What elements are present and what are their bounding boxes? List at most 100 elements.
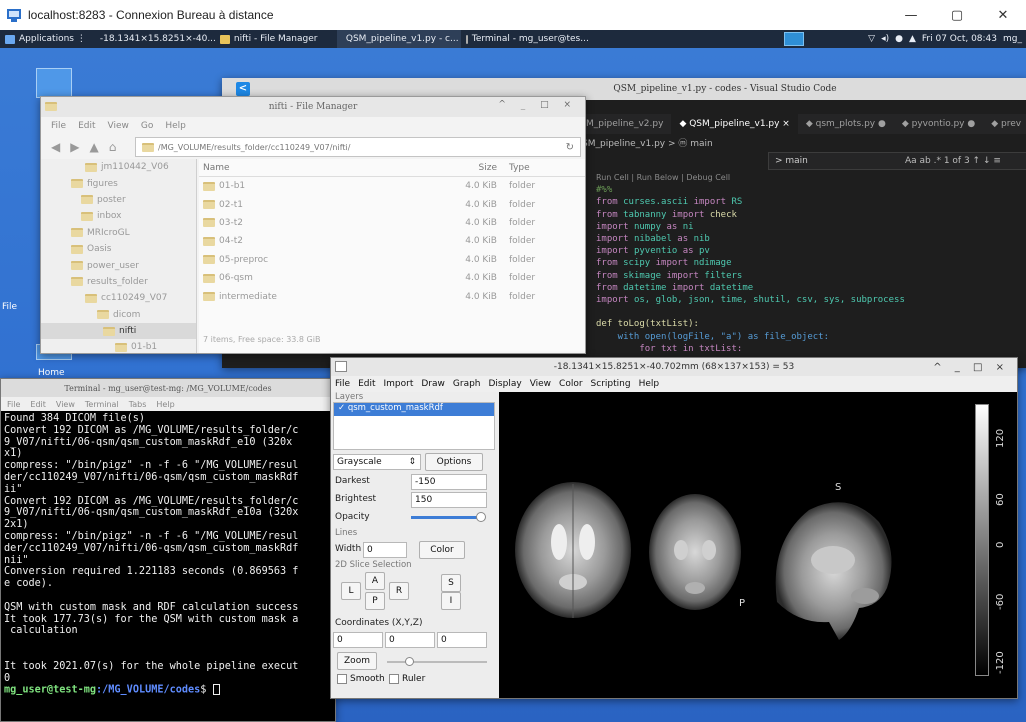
column-size[interactable]: Size xyxy=(447,163,507,173)
darkest-input[interactable]: -150 xyxy=(411,474,487,490)
location-bar[interactable]: /MG_VOLUME/results_folder/cc110249_V07/n… xyxy=(135,137,581,157)
sidebar-item[interactable]: Oasis xyxy=(41,241,196,257)
layer-item[interactable]: ✓ qsm_custom_maskRdf xyxy=(334,403,494,416)
menu-view[interactable]: View xyxy=(56,400,75,409)
file-row[interactable]: 01-b1 4.0 KiB folder xyxy=(199,177,585,195)
window-controls[interactable]: ^ _ □ × xyxy=(933,362,1009,373)
coord-z-input[interactable]: 0 xyxy=(437,632,487,648)
smooth-checkbox[interactable]: Smooth xyxy=(337,674,385,684)
menu-file[interactable]: File xyxy=(335,379,350,389)
sidebar-item[interactable]: figures xyxy=(41,175,196,191)
zoom-knob[interactable] xyxy=(405,657,414,666)
tab-pipeline-v2[interactable]: M_pipeline_v2.py xyxy=(578,114,671,134)
left-button[interactable]: L xyxy=(341,582,361,600)
opacity-slider[interactable] xyxy=(411,512,487,522)
options-button[interactable]: Options xyxy=(425,453,483,471)
menu-help[interactable]: Help xyxy=(165,121,186,131)
find-widget[interactable]: > main Aa ab .* 1 of 3 ↑ ↓ ≡ xyxy=(768,152,1026,170)
network-icon[interactable]: ▽ xyxy=(868,34,875,44)
power-icon[interactable]: ● xyxy=(895,34,903,44)
home-icon[interactable]: ⌂ xyxy=(109,140,117,154)
task-volume-viewer[interactable]: -18.1341×15.8251×-40... xyxy=(91,30,215,48)
sidebar-item[interactable]: poster xyxy=(41,192,196,208)
menu-file[interactable]: File xyxy=(51,121,66,131)
sidebar-item[interactable]: nifti xyxy=(41,322,196,340)
task-file-manager[interactable]: nifti - File Manager xyxy=(215,30,337,48)
column-name[interactable]: Name xyxy=(199,163,447,173)
workspace-switcher[interactable] xyxy=(784,32,804,46)
menu-file[interactable]: File xyxy=(7,400,20,409)
layers-list[interactable]: ✓ qsm_custom_maskRdf xyxy=(333,402,495,450)
applications-menu[interactable]: Applications ⋮ xyxy=(0,30,91,48)
tab-pipeline-v1[interactable]: ◆ QSM_pipeline_v1.py × xyxy=(671,114,798,134)
sidebar-item[interactable]: 01-b1 xyxy=(41,339,196,353)
opacity-knob[interactable] xyxy=(476,512,487,522)
zoom-button[interactable]: Zoom xyxy=(337,652,377,670)
menu-scripting[interactable]: Scripting xyxy=(591,379,631,389)
coord-x-input[interactable]: 0 xyxy=(333,632,383,648)
rdp-close-button[interactable]: ✕ xyxy=(980,0,1026,30)
sidebar-item[interactable]: jm110442_V06 xyxy=(41,159,196,175)
menu-view[interactable]: View xyxy=(530,379,551,389)
file-row[interactable]: 06-qsm 4.0 KiB folder xyxy=(199,269,585,287)
inferior-button[interactable]: I xyxy=(441,592,461,610)
menu-edit[interactable]: Edit xyxy=(78,121,95,131)
menu-tabs[interactable]: Tabs xyxy=(129,400,147,409)
width-input[interactable]: 0 xyxy=(363,542,407,558)
tab-pyvontio[interactable]: ◆ pyvontio.py ● xyxy=(894,114,983,134)
tab-qsm-plots[interactable]: ◆ qsm_plots.py ● xyxy=(798,114,894,134)
rdp-maximize-button[interactable]: ▢ xyxy=(934,0,980,30)
menu-edit[interactable]: Edit xyxy=(30,400,46,409)
menu-edit[interactable]: Edit xyxy=(358,379,375,389)
ruler-checkbox[interactable]: Ruler xyxy=(389,674,425,684)
up-icon[interactable]: ▲ xyxy=(89,140,98,154)
sidebar-item[interactable]: inbox xyxy=(41,208,196,224)
file-row[interactable]: 04-t2 4.0 KiB folder xyxy=(199,232,585,250)
window-controls[interactable]: ^ _ □ × xyxy=(498,100,577,110)
task-vscode[interactable]: QSM_pipeline_v1.py - c... xyxy=(336,30,461,48)
desktop-drive-icon[interactable] xyxy=(36,68,72,98)
volume-render-view[interactable]: S P 120 60 0 -60 -120 xyxy=(499,392,1017,698)
brightest-input[interactable]: 150 xyxy=(411,492,487,508)
notification-icon[interactable]: ▲ xyxy=(909,34,916,44)
file-row[interactable]: 05-preproc 4.0 KiB folder xyxy=(199,251,585,269)
right-button[interactable]: R xyxy=(389,582,409,600)
anterior-button[interactable]: A xyxy=(365,572,385,590)
posterior-button[interactable]: P xyxy=(365,592,385,610)
volume-icon[interactable]: ◂) xyxy=(881,34,889,44)
color-button[interactable]: Color xyxy=(419,541,465,559)
menu-import[interactable]: Import xyxy=(384,379,414,389)
file-row[interactable]: intermediate 4.0 KiB folder xyxy=(199,287,585,305)
rdp-minimize-button[interactable]: — xyxy=(888,0,934,30)
breadcrumb[interactable]: SM_pipeline_v1.py > ⓜ main xyxy=(582,136,713,149)
menu-display[interactable]: Display xyxy=(489,379,522,389)
task-terminal[interactable]: Terminal - mg_user@tes... xyxy=(461,30,591,48)
coord-y-input[interactable]: 0 xyxy=(385,632,435,648)
find-options[interactable]: Aa ab .* 1 of 3 ↑ ↓ ≡ xyxy=(905,156,1001,166)
terminal-prompt[interactable]: mg_user@test-mg:/MG_VOLUME/codes$ xyxy=(4,684,332,696)
sidebar-item[interactable]: dicom xyxy=(41,307,196,323)
user-menu[interactable]: mg_ xyxy=(1003,34,1022,44)
tab-prev[interactable]: ◆ prev xyxy=(983,114,1026,134)
menu-go[interactable]: Go xyxy=(141,121,153,131)
sidebar-item[interactable]: cc110249_V07 xyxy=(41,290,196,306)
menu-help[interactable]: Help xyxy=(156,400,174,409)
reload-icon[interactable]: ↻ xyxy=(566,142,574,153)
run-cell-codelens[interactable]: Run Cell | Run Below | Debug Cell xyxy=(596,172,905,184)
menu-help[interactable]: Help xyxy=(639,379,660,389)
colormap-select[interactable]: Grayscale ⇕ xyxy=(333,454,421,470)
menu-terminal[interactable]: Terminal xyxy=(85,400,119,409)
menu-draw[interactable]: Draw xyxy=(421,379,445,389)
file-row[interactable]: 02-t1 4.0 KiB folder xyxy=(199,195,585,213)
sidebar-item[interactable]: MRIcroGL xyxy=(41,225,196,241)
forward-icon[interactable]: ▶ xyxy=(70,140,79,154)
clock[interactable]: Fri 07 Oct, 08:43 xyxy=(922,34,997,44)
sidebar-item[interactable]: power_user xyxy=(41,257,196,273)
sidebar-item[interactable]: results_folder xyxy=(41,274,196,290)
menu-graph[interactable]: Graph xyxy=(453,379,481,389)
code-editor[interactable]: Run Cell | Run Below | Debug Cell #%% fr… xyxy=(596,172,905,355)
zoom-slider[interactable] xyxy=(387,657,487,666)
menu-view[interactable]: View xyxy=(108,121,129,131)
terminal-output[interactable]: Found 384 DICOM file(s) Convert 192 DICOM… xyxy=(1,411,335,721)
menu-color[interactable]: Color xyxy=(559,379,583,389)
